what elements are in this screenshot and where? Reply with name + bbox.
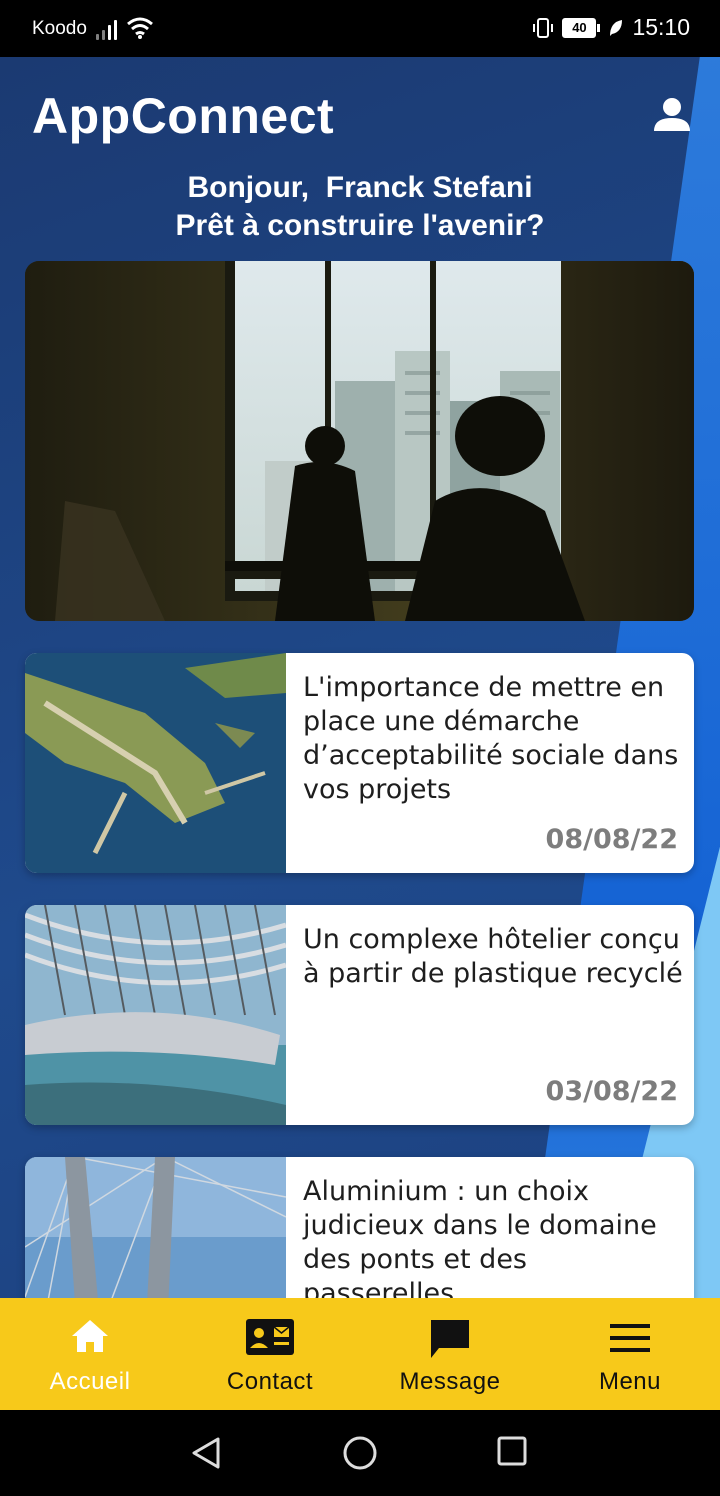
- home-circle-icon[interactable]: [343, 1436, 377, 1470]
- status-bar: Koodo 40 15:10: [0, 0, 720, 57]
- nav-contact[interactable]: Contact: [180, 1298, 360, 1410]
- wifi-icon: [127, 17, 153, 39]
- carrier-label: Koodo: [32, 18, 87, 39]
- article-thumbnail: [25, 653, 286, 873]
- nav-label: Menu: [598, 1368, 662, 1395]
- greeting-name: Bonjour, Franck Stefani: [187, 171, 533, 204]
- hamburger-icon: [610, 1324, 650, 1352]
- construction-workers-image: [25, 261, 694, 621]
- article-card[interactable]: L'importance de mettre en place une déma…: [25, 653, 694, 873]
- nav-menu[interactable]: Menu: [540, 1298, 720, 1410]
- back-icon[interactable]: [190, 1436, 222, 1470]
- recents-icon[interactable]: [497, 1436, 527, 1466]
- nav-message[interactable]: Message: [360, 1298, 540, 1410]
- vibrate-icon: [533, 17, 554, 38]
- profile-button[interactable]: [650, 93, 694, 137]
- greeting-tagline: Prêt à construire l'avenir?: [175, 209, 545, 242]
- article-date: 08/08/22: [545, 824, 678, 855]
- system-navigation-bar: [0, 1410, 720, 1496]
- signal-icon: [96, 16, 122, 40]
- nav-label: Message: [399, 1368, 501, 1395]
- article-thumbnail: [25, 905, 286, 1125]
- home-icon: [72, 1320, 108, 1352]
- article-date: 03/08/22: [545, 1076, 678, 1107]
- contact-card-icon: [246, 1319, 294, 1355]
- app-screen: AppConnect Bonjour, Franck Stefani Prêt …: [0, 57, 720, 1410]
- article-card[interactable]: Un complexe hôtelier conçu à partir de p…: [25, 905, 694, 1125]
- hero-image[interactable]: [25, 261, 694, 621]
- article-title: Un complexe hôtelier conçu à partir de p…: [303, 924, 683, 989]
- article-title: Aluminium : un choix judicieux dans le d…: [303, 1176, 657, 1309]
- article-title: L'importance de mettre en place une déma…: [303, 672, 679, 805]
- nav-label: Accueil: [49, 1368, 131, 1395]
- app-title: AppConnect: [32, 88, 335, 144]
- nav-label: Contact: [226, 1368, 314, 1395]
- person-icon: [654, 98, 690, 131]
- leaf-icon: [610, 19, 623, 36]
- chat-icon: [431, 1320, 469, 1358]
- bottom-navigation: Accueil Contact Message Menu: [0, 1298, 720, 1410]
- clock: 15:10: [632, 14, 690, 40]
- battery-icon: 40: [562, 17, 601, 38]
- nav-accueil[interactable]: Accueil: [0, 1298, 180, 1410]
- greeting: Bonjour, Franck Stefani Prêt à construir…: [0, 169, 720, 245]
